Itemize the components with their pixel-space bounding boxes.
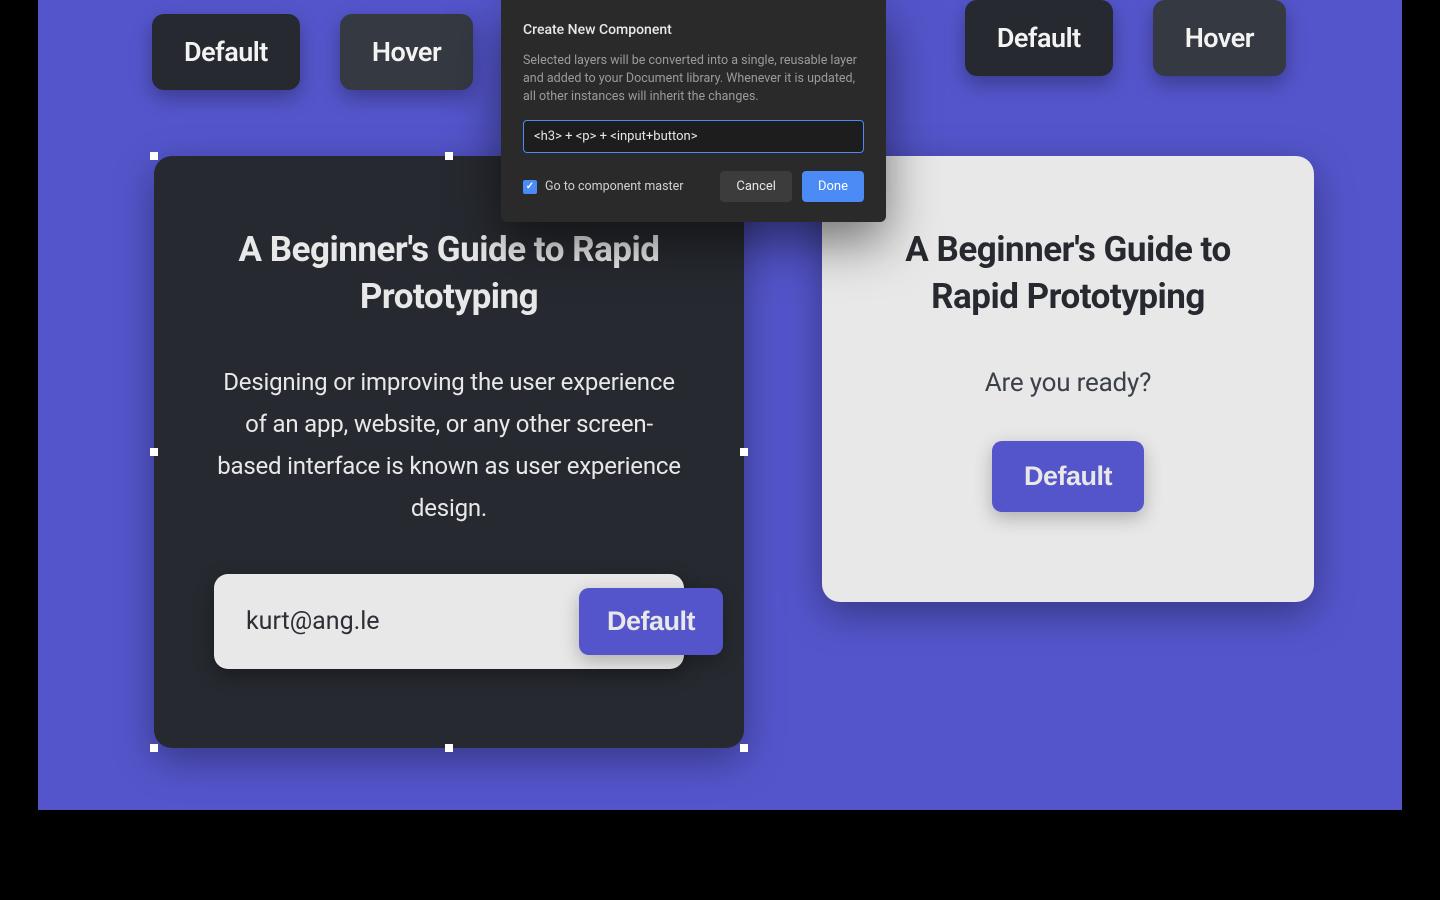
resize-handle-top-left[interactable] <box>150 152 158 160</box>
checkbox-label: Go to component master <box>545 179 684 194</box>
card-title: A Beginner's Guide to Rapid Prototyping <box>882 226 1254 321</box>
component-name-input[interactable] <box>523 120 864 153</box>
submit-button[interactable]: Default <box>992 441 1144 512</box>
state-button-hover[interactable]: Hover <box>1153 0 1286 76</box>
dialog-description: Selected layers will be converted into a… <box>523 52 864 106</box>
card-dark-variant[interactable]: A Beginner's Guide to Rapid Prototyping … <box>154 156 744 748</box>
resize-handle-bottom-right[interactable] <box>740 744 748 752</box>
card-light-variant[interactable]: A Beginner's Guide to Rapid Prototyping … <box>822 156 1314 602</box>
email-input-row: Default <box>214 574 684 669</box>
dialog-footer: ✓ Go to component master Cancel Done <box>523 171 864 202</box>
state-button-default[interactable]: Default <box>965 0 1113 76</box>
dialog-title: Create New Component <box>523 22 864 38</box>
check-icon: ✓ <box>526 181 534 192</box>
cancel-button[interactable]: Cancel <box>720 171 792 202</box>
state-button-hover[interactable]: Hover <box>340 14 473 90</box>
create-component-dialog: Create New Component Selected layers wil… <box>501 0 886 222</box>
card-body-text: Are you ready? <box>882 361 1254 407</box>
done-button[interactable]: Done <box>802 171 864 202</box>
card-body-text: Designing or improving the user experien… <box>214 361 684 529</box>
checkbox-go-to-master[interactable]: ✓ <box>523 180 537 194</box>
resize-handle-bottom-left[interactable] <box>150 744 158 752</box>
state-buttons-row-left: Default Hover <box>152 14 473 90</box>
checkbox-row[interactable]: ✓ Go to component master <box>523 179 710 194</box>
submit-button[interactable]: Default <box>579 588 723 655</box>
state-button-default[interactable]: Default <box>152 14 300 90</box>
state-buttons-row-right: Default Hover <box>965 0 1286 76</box>
email-field[interactable] <box>246 607 563 636</box>
card-title: A Beginner's Guide to Rapid Prototyping <box>214 226 684 321</box>
